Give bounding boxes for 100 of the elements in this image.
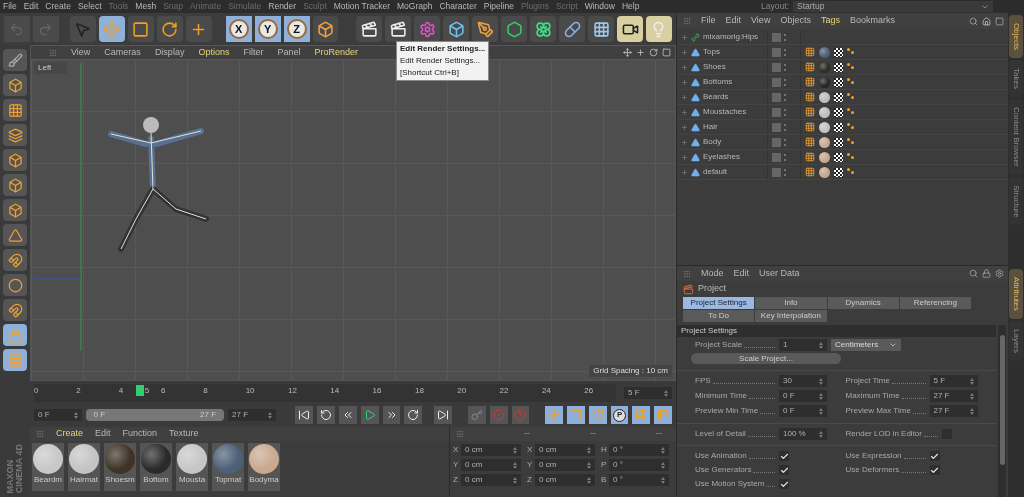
number-field[interactable]: 5 F	[929, 375, 978, 387]
layout-dropdown[interactable]: Startup	[793, 1, 993, 12]
menu-item[interactable]: Select	[77, 0, 102, 13]
layers-button[interactable]	[3, 124, 27, 146]
number-field[interactable]: 0 cm	[535, 459, 595, 471]
side-tab[interactable]: Attributes	[1009, 269, 1023, 319]
menu-item[interactable]: File	[3, 0, 17, 13]
cube-button[interactable]	[443, 16, 470, 42]
skip-forward-button[interactable]	[434, 406, 453, 424]
material-swatch[interactable]: Bodyma	[248, 443, 280, 491]
number-field[interactable]: 0 cm	[461, 444, 521, 456]
rotate-button[interactable]	[156, 16, 183, 42]
menu-item[interactable]: Edit	[23, 0, 39, 13]
menu-item[interactable]: Bookmarks	[849, 14, 895, 28]
object-row[interactable]: Tops	[677, 45, 1008, 60]
object-row[interactable]: Shoes	[677, 60, 1008, 75]
object-row[interactable]: mixamorig:Hips	[677, 30, 1008, 45]
grid-button[interactable]	[3, 349, 27, 371]
sculpt-button[interactable]	[3, 49, 27, 71]
material-swatch[interactable]: Bottom	[140, 443, 172, 491]
menu-item[interactable]: Cameras	[104, 45, 141, 60]
cube-button[interactable]	[3, 149, 27, 171]
number-field[interactable]: 0 F	[779, 390, 827, 402]
unit-dropdown[interactable]: Centimeters	[831, 339, 901, 351]
object-row[interactable]: Eyelashes	[677, 150, 1008, 165]
menu-item[interactable]: Panel	[277, 45, 301, 60]
playhead[interactable]	[135, 385, 144, 396]
object-row[interactable]: Moustaches	[677, 105, 1008, 120]
timeline-ruler[interactable]: 0 2 4 5 6 8 10 12 14 16 18 20 22 24 26	[34, 384, 616, 402]
object-row[interactable]: Body	[677, 135, 1008, 150]
rotate-key-button[interactable]	[588, 406, 607, 424]
loop-back-button[interactable]	[317, 406, 336, 424]
loop-forward-button[interactable]	[404, 406, 423, 424]
side-tab[interactable]: Layers	[1009, 320, 1023, 361]
number-field[interactable]: 0 cm	[535, 444, 595, 456]
flower-button[interactable]	[530, 16, 557, 42]
menu-item[interactable]: Texture	[169, 427, 199, 441]
cube-button[interactable]	[3, 174, 27, 196]
material-swatch[interactable]: Mousta	[176, 443, 208, 491]
menu-item[interactable]: View	[751, 14, 771, 28]
number-field[interactable]: 0 cm	[461, 474, 521, 486]
menu-item[interactable]: Display	[154, 45, 185, 60]
number-field[interactable]: 5 F	[624, 387, 672, 399]
material-swatch[interactable]: Topmat	[212, 443, 244, 491]
param-key-button[interactable]: P	[610, 406, 629, 424]
coordinate-system-button[interactable]	[312, 16, 339, 42]
object-row[interactable]: Hair	[677, 120, 1008, 135]
number-field[interactable]: 27 F	[929, 405, 978, 417]
checkbox[interactable]	[779, 479, 789, 489]
attribute-tab[interactable]: Info	[755, 297, 827, 309]
number-field[interactable]: 0 cm	[535, 474, 595, 486]
clapperboard-button[interactable]	[356, 16, 383, 42]
clapperboard-button[interactable]	[385, 16, 412, 42]
object-row[interactable]: Beards	[677, 90, 1008, 105]
menu-item[interactable]: Motion Tracker	[333, 0, 390, 13]
menu-item[interactable]: Create	[56, 427, 83, 441]
axis-button[interactable]: X	[225, 16, 252, 42]
menu-item[interactable]: Mesh	[135, 0, 157, 13]
menu-item[interactable]: Mode	[701, 266, 724, 281]
attribute-tab[interactable]: Dynamics	[827, 297, 899, 309]
checkbox[interactable]	[779, 465, 789, 475]
number-field[interactable]: 100 %	[779, 428, 827, 440]
menu-item[interactable]: Render	[268, 0, 297, 13]
number-field[interactable]: 0 F	[34, 409, 82, 421]
menu-item[interactable]: Tags	[820, 14, 840, 28]
circle-button[interactable]	[3, 274, 27, 296]
scale-project-button[interactable]: Scale Project...	[691, 353, 841, 364]
checkbox[interactable]	[929, 465, 940, 475]
number-field[interactable]: 1	[779, 339, 827, 351]
menu-item[interactable]: Edit	[725, 14, 742, 28]
menu-item[interactable]: Filter	[243, 45, 264, 60]
axis-button[interactable]: Y	[254, 16, 281, 42]
object-row[interactable]: Bottoms	[677, 75, 1008, 90]
number-field[interactable]: 27 F	[929, 390, 978, 402]
menu-item[interactable]: Objects	[780, 14, 811, 28]
material-swatch[interactable]: Beardm	[32, 443, 64, 491]
play-button[interactable]	[360, 406, 379, 424]
move-button[interactable]	[98, 16, 125, 42]
hexagon-button[interactable]	[501, 16, 528, 42]
number-field[interactable]: 0 °	[609, 459, 669, 471]
menu-item[interactable]: Help	[621, 0, 640, 13]
number-field[interactable]: 30	[779, 375, 827, 387]
menu-item[interactable]: Window	[584, 0, 615, 13]
menu-item[interactable]: Create	[45, 0, 71, 13]
number-field[interactable]: 0 °	[609, 474, 669, 486]
checkbox[interactable]	[779, 451, 789, 461]
menu-item[interactable]: Options	[198, 45, 230, 60]
move-key-button[interactable]	[545, 406, 564, 424]
menu-item[interactable]: File	[701, 14, 716, 28]
menu-item[interactable]: ProRender	[314, 45, 358, 60]
menu-item[interactable]: Pipeline	[483, 0, 514, 13]
attribute-tab[interactable]: To Do	[683, 310, 755, 322]
checkbox[interactable]	[929, 451, 940, 461]
menu-item[interactable]: Edit	[95, 427, 111, 441]
side-tab[interactable]: Structure	[1009, 176, 1023, 226]
attribute-tab[interactable]: Project Settings	[683, 297, 755, 309]
cube-button[interactable]	[3, 74, 27, 96]
axis-button[interactable]: Z	[283, 16, 310, 42]
side-tab[interactable]: Content Browser	[1009, 99, 1023, 175]
number-field[interactable]: 0 cm	[461, 459, 521, 471]
